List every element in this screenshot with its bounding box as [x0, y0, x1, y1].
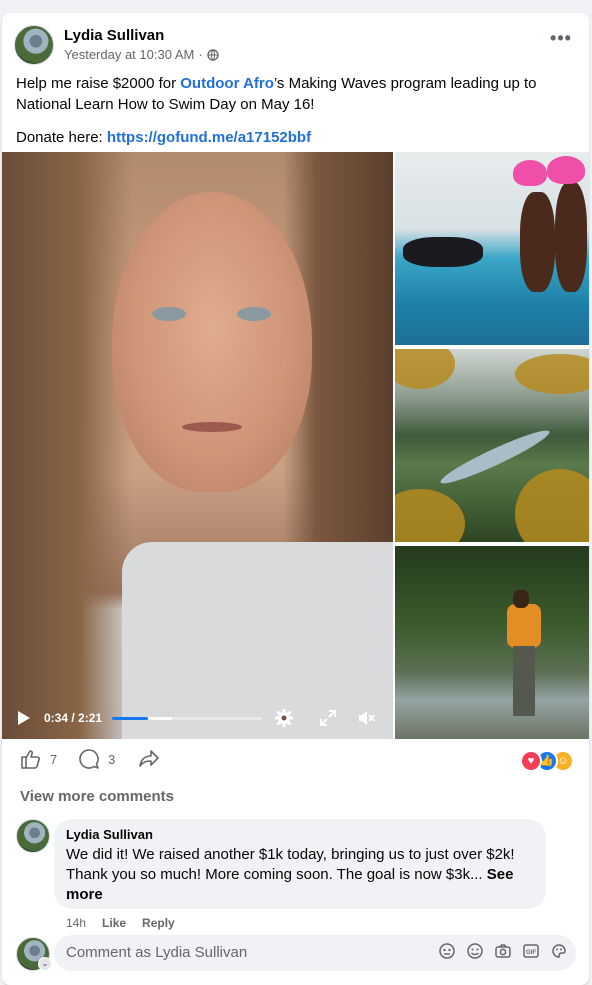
photo-hiker-legs: [513, 646, 535, 716]
video-frame-eye: [237, 307, 271, 321]
globe-icon: [206, 48, 219, 61]
post-meta: Yesterday at 10:30 AM ·: [64, 47, 219, 62]
comment-bubble: Lydia Sullivan We did it! We raised anot…: [54, 819, 546, 909]
avatar-sticker-icon[interactable]: [438, 942, 456, 960]
photo-leaves: [395, 349, 455, 389]
post-actions: 7 3 ♥ 👍 ☺: [16, 748, 576, 778]
gif-icon[interactable]: GIF: [522, 942, 540, 960]
photo-swim-cap: [547, 156, 585, 184]
comment-age[interactable]: 14h: [66, 916, 86, 930]
fullscreen-icon[interactable]: [318, 708, 338, 728]
comment-input[interactable]: Comment as Lydia Sullivan GIF: [54, 935, 576, 971]
meta-separator: ·: [198, 47, 203, 62]
photo-figure: [555, 182, 587, 292]
photo-swim-cap: [513, 160, 547, 186]
video-scrubber[interactable]: [112, 717, 262, 720]
comment-reply-button[interactable]: Reply: [142, 916, 175, 930]
photo-leaves: [515, 354, 589, 394]
thumbs-up-icon: [21, 750, 40, 769]
share-arrow-icon: [139, 750, 159, 767]
svg-text:GIF: GIF: [526, 950, 536, 956]
video-buffered: [148, 717, 172, 720]
more-options-button[interactable]: •••: [545, 29, 577, 53]
post-text-start: Help me raise $2000 for: [16, 75, 181, 92]
comment-composer: ⌄ Comment as Lydia Sullivan GIF: [16, 935, 576, 971]
comment-count: 3: [108, 751, 116, 767]
like-button[interactable]: 7: [20, 748, 57, 770]
post-card: Lydia Sullivan Yesterday at 10:30 AM · •…: [2, 13, 589, 985]
donate-line: Donate here: https://gofund.me/a17152bbf: [16, 127, 576, 148]
video-frame-hair-left: [2, 152, 132, 739]
comment-like-button[interactable]: Like: [102, 916, 126, 930]
commenter-name[interactable]: Lydia Sullivan: [66, 827, 534, 842]
donate-link[interactable]: https://gofund.me/a17152bbf: [107, 129, 311, 146]
chevron-down-icon[interactable]: ⌄: [38, 957, 52, 971]
composer-tools: GIF: [438, 942, 568, 960]
author-avatar[interactable]: [14, 25, 54, 65]
post-timestamp[interactable]: Yesterday at 10:30 AM: [64, 47, 194, 62]
photo-figure: [520, 192, 555, 292]
mute-icon[interactable]: [356, 708, 376, 728]
media-grid: 0:34 / 2:21: [2, 152, 589, 739]
photo-leaves: [395, 489, 465, 542]
comment-meta: 14h Like Reply: [66, 916, 175, 930]
video-player[interactable]: 0:34 / 2:21: [2, 152, 393, 739]
photo-figure: [403, 237, 483, 267]
photo-swim-kids[interactable]: [395, 152, 589, 345]
camera-icon[interactable]: [494, 942, 512, 960]
commenter-avatar[interactable]: [16, 819, 50, 853]
love-reaction-icon: ♥: [520, 750, 542, 772]
photo-leaves: [515, 469, 589, 542]
video-controls: 0:34 / 2:21: [2, 697, 393, 739]
outdoor-afro-link[interactable]: Outdoor Afro: [180, 75, 274, 92]
video-played: [112, 717, 148, 720]
donate-label: Donate here:: [16, 129, 107, 146]
settings-gear-icon[interactable]: [274, 708, 294, 728]
sticker-icon[interactable]: [550, 942, 568, 960]
comment-body: We did it! We raised another $1k today, …: [66, 846, 515, 883]
video-frame-face: [112, 192, 312, 492]
comment-text: We did it! We raised another $1k today, …: [66, 845, 534, 905]
photo-river-valley[interactable]: [395, 349, 589, 542]
comment-button[interactable]: 3: [78, 748, 115, 770]
photo-hiker-jacket: [507, 604, 541, 648]
video-frame-mouth: [182, 422, 242, 432]
photo-forest-stream[interactable]: [395, 546, 589, 739]
comment-placeholder: Comment as Lydia Sullivan: [66, 944, 248, 961]
view-more-comments-link[interactable]: View more comments: [20, 788, 174, 805]
share-button[interactable]: [138, 748, 160, 770]
reaction-summary[interactable]: ♥ 👍 ☺: [520, 750, 576, 772]
post-header: Lydia Sullivan Yesterday at 10:30 AM · •…: [14, 25, 577, 69]
photo-hiker-head: [513, 590, 529, 608]
like-count: 7: [50, 751, 58, 767]
play-icon[interactable]: [18, 711, 30, 725]
post-body: Help me raise $2000 for Outdoor Afro’s M…: [16, 73, 576, 160]
post-message: Help me raise $2000 for Outdoor Afro’s M…: [16, 73, 576, 115]
video-frame-eye: [152, 307, 186, 321]
comment-bubble-icon: [79, 749, 99, 769]
emoji-icon[interactable]: [466, 942, 484, 960]
author-name[interactable]: Lydia Sullivan: [64, 27, 164, 44]
comment-item: Lydia Sullivan We did it! We raised anot…: [16, 819, 576, 931]
video-time: 0:34 / 2:21: [44, 711, 103, 725]
